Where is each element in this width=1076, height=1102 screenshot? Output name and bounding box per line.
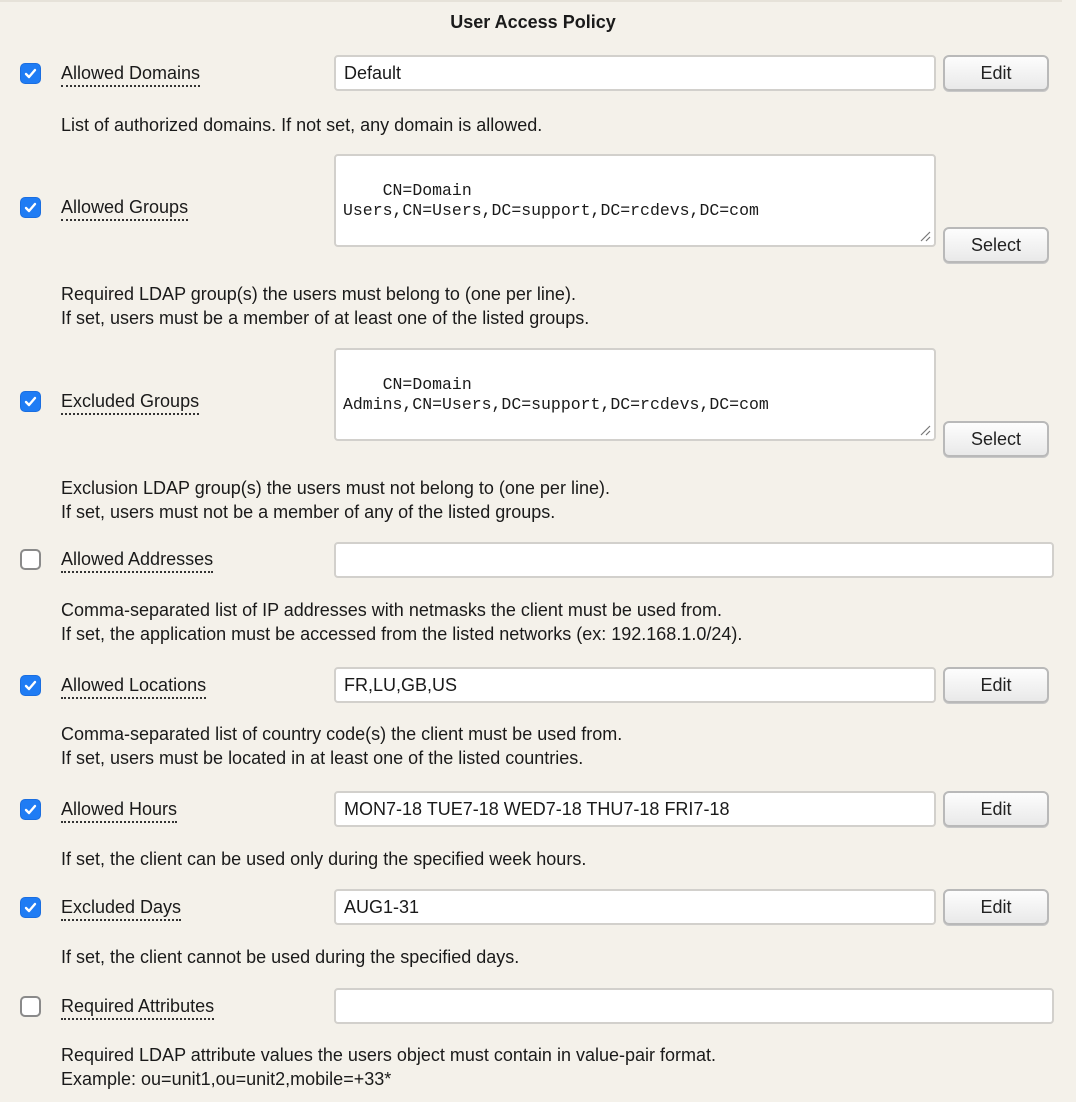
excluded-days-description: If set, the client cannot be used during… [61, 947, 520, 967]
allowed-locations-label: Allowed Locations [61, 675, 207, 699]
allowed-groups-checkbox[interactable] [20, 197, 41, 218]
allowed-hours-description: If set, the client can be used only duri… [61, 849, 587, 869]
excluded-days-checkbox[interactable] [20, 897, 41, 918]
checkmark-icon [24, 902, 37, 913]
excluded-groups-textarea[interactable]: CN=Domain Admins,CN=Users,DC=support,DC=… [334, 348, 936, 441]
allowed-locations-description: Comma-separated list of country code(s) … [61, 724, 623, 768]
allowed-locations-input[interactable]: FR,LU,GB,US [334, 667, 936, 703]
allowed-groups-label: Allowed Groups [61, 197, 189, 221]
allowed-addresses-input[interactable] [334, 542, 1054, 578]
required-attributes-label: Required Attributes [61, 996, 215, 1020]
allowed-domains-label: Allowed Domains [61, 63, 201, 87]
excluded-groups-checkbox[interactable] [20, 391, 41, 412]
required-attributes-input[interactable] [334, 988, 1054, 1024]
excluded-days-label: Excluded Days [61, 897, 182, 921]
allowed-groups-select-button[interactable]: Select [943, 227, 1049, 263]
checkmark-icon [24, 804, 37, 815]
allowed-locations-edit-button[interactable]: Edit [943, 667, 1049, 703]
excluded-groups-description: Exclusion LDAP group(s) the users must n… [61, 478, 610, 522]
allowed-domains-checkbox[interactable] [20, 63, 41, 84]
excluded-days-input[interactable]: AUG1-31 [334, 889, 936, 925]
allowed-addresses-description: Comma-separated list of IP addresses wit… [61, 600, 743, 644]
allowed-domains-input[interactable]: Default [334, 55, 936, 91]
allowed-groups-description: Required LDAP group(s) the users must be… [61, 284, 590, 328]
allowed-addresses-label: Allowed Addresses [61, 549, 214, 573]
section-title: User Access Policy [450, 12, 616, 32]
excluded-groups-label: Excluded Groups [61, 391, 200, 415]
checkmark-icon [24, 680, 37, 691]
allowed-hours-input[interactable]: MON7-18 TUE7-18 WED7-18 THU7-18 FRI7-18 [334, 791, 936, 827]
allowed-hours-checkbox[interactable] [20, 799, 41, 820]
excluded-groups-select-button[interactable]: Select [943, 421, 1049, 457]
allowed-domains-edit-button[interactable]: Edit [943, 55, 1049, 91]
checkmark-icon [24, 68, 37, 79]
allowed-locations-checkbox[interactable] [20, 675, 41, 696]
allowed-hours-edit-button[interactable]: Edit [943, 791, 1049, 827]
checkmark-icon [24, 202, 37, 213]
resize-grip-icon[interactable] [919, 230, 931, 242]
allowed-domains-description: List of authorized domains. If not set, … [61, 115, 543, 135]
required-attributes-description: Required LDAP attribute values the users… [61, 1045, 717, 1089]
allowed-groups-textarea[interactable]: CN=Domain Users,CN=Users,DC=support,DC=r… [334, 154, 936, 247]
allowed-addresses-checkbox[interactable] [20, 549, 41, 570]
allowed-hours-label: Allowed Hours [61, 799, 178, 823]
required-attributes-checkbox[interactable] [20, 996, 41, 1017]
excluded-days-edit-button[interactable]: Edit [943, 889, 1049, 925]
top-divider [0, 0, 1062, 2]
resize-grip-icon[interactable] [919, 424, 931, 436]
checkmark-icon [24, 396, 37, 407]
